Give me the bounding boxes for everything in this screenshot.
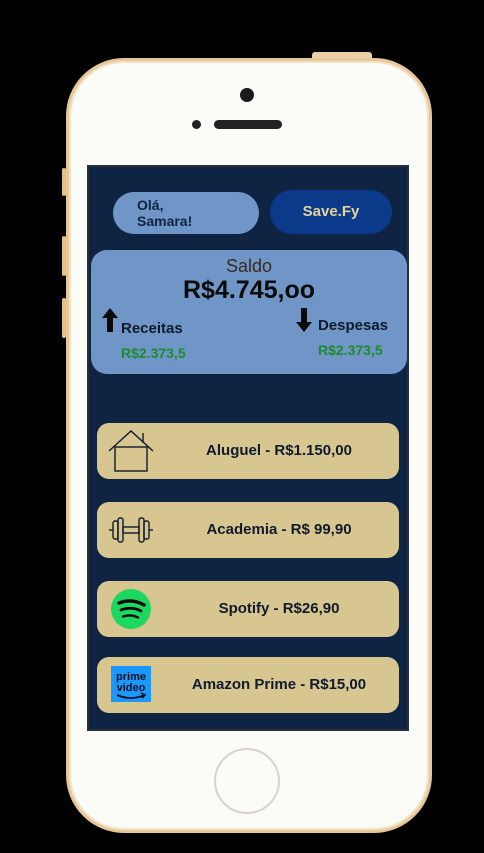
expense-label-aluguel: Aluguel - R$1.150,00 [206,442,352,459]
income-label: Receitas [121,320,183,337]
phone-volume-down [62,298,66,338]
brand-button[interactable]: Save.Fy [270,190,392,234]
phone-mute-switch [62,168,66,196]
dumbbell-icon [109,517,153,543]
prime-video-icon: prime video [111,666,151,702]
brand-label: Save.Fy [302,203,360,220]
arrow-down-icon [296,308,312,332]
expense-item-spotify[interactable]: Spotify - R$26,90 [97,581,399,637]
balance-card: Saldo R$4.745,oo Receitas R$2.373,5 Desp… [91,250,407,374]
expense-item-aluguel[interactable]: Aluguel - R$1.150,00 [97,423,399,479]
balance-title: Saldo [225,256,273,276]
house-icon [108,430,154,472]
front-camera [240,88,254,102]
greeting-pill[interactable]: Olá, Samara! [113,192,259,234]
expense-value: R$2.373,5 [318,342,383,358]
expense-item-amazon-prime[interactable]: prime video Amazon Prime - R$15,00 [97,657,399,713]
expense-label: Despesas [318,317,389,334]
balance-value: R$4.745,oo [182,276,315,304]
income-value: R$2.373,5 [121,345,186,361]
home-button[interactable] [214,748,280,814]
phone-volume-up [62,236,66,276]
expense-label-academia: Academia - R$ 99,90 [206,521,352,538]
app-screen: Olá, Samara! Save.Fy Saldo R$4.745,oo Re… [87,165,409,731]
proximity-sensor [192,120,201,129]
greeting-text: Olá, Samara! [137,197,193,229]
expense-label-spotify: Spotify - R$26,90 [218,600,340,617]
arrow-up-icon [102,308,118,332]
earpiece-speaker [214,120,282,129]
expense-item-academia[interactable]: Academia - R$ 99,90 [97,502,399,558]
svg-text:video: video [117,682,146,694]
expense-label-amazon-prime: Amazon Prime - R$15,00 [191,676,367,693]
spotify-icon [111,589,151,629]
